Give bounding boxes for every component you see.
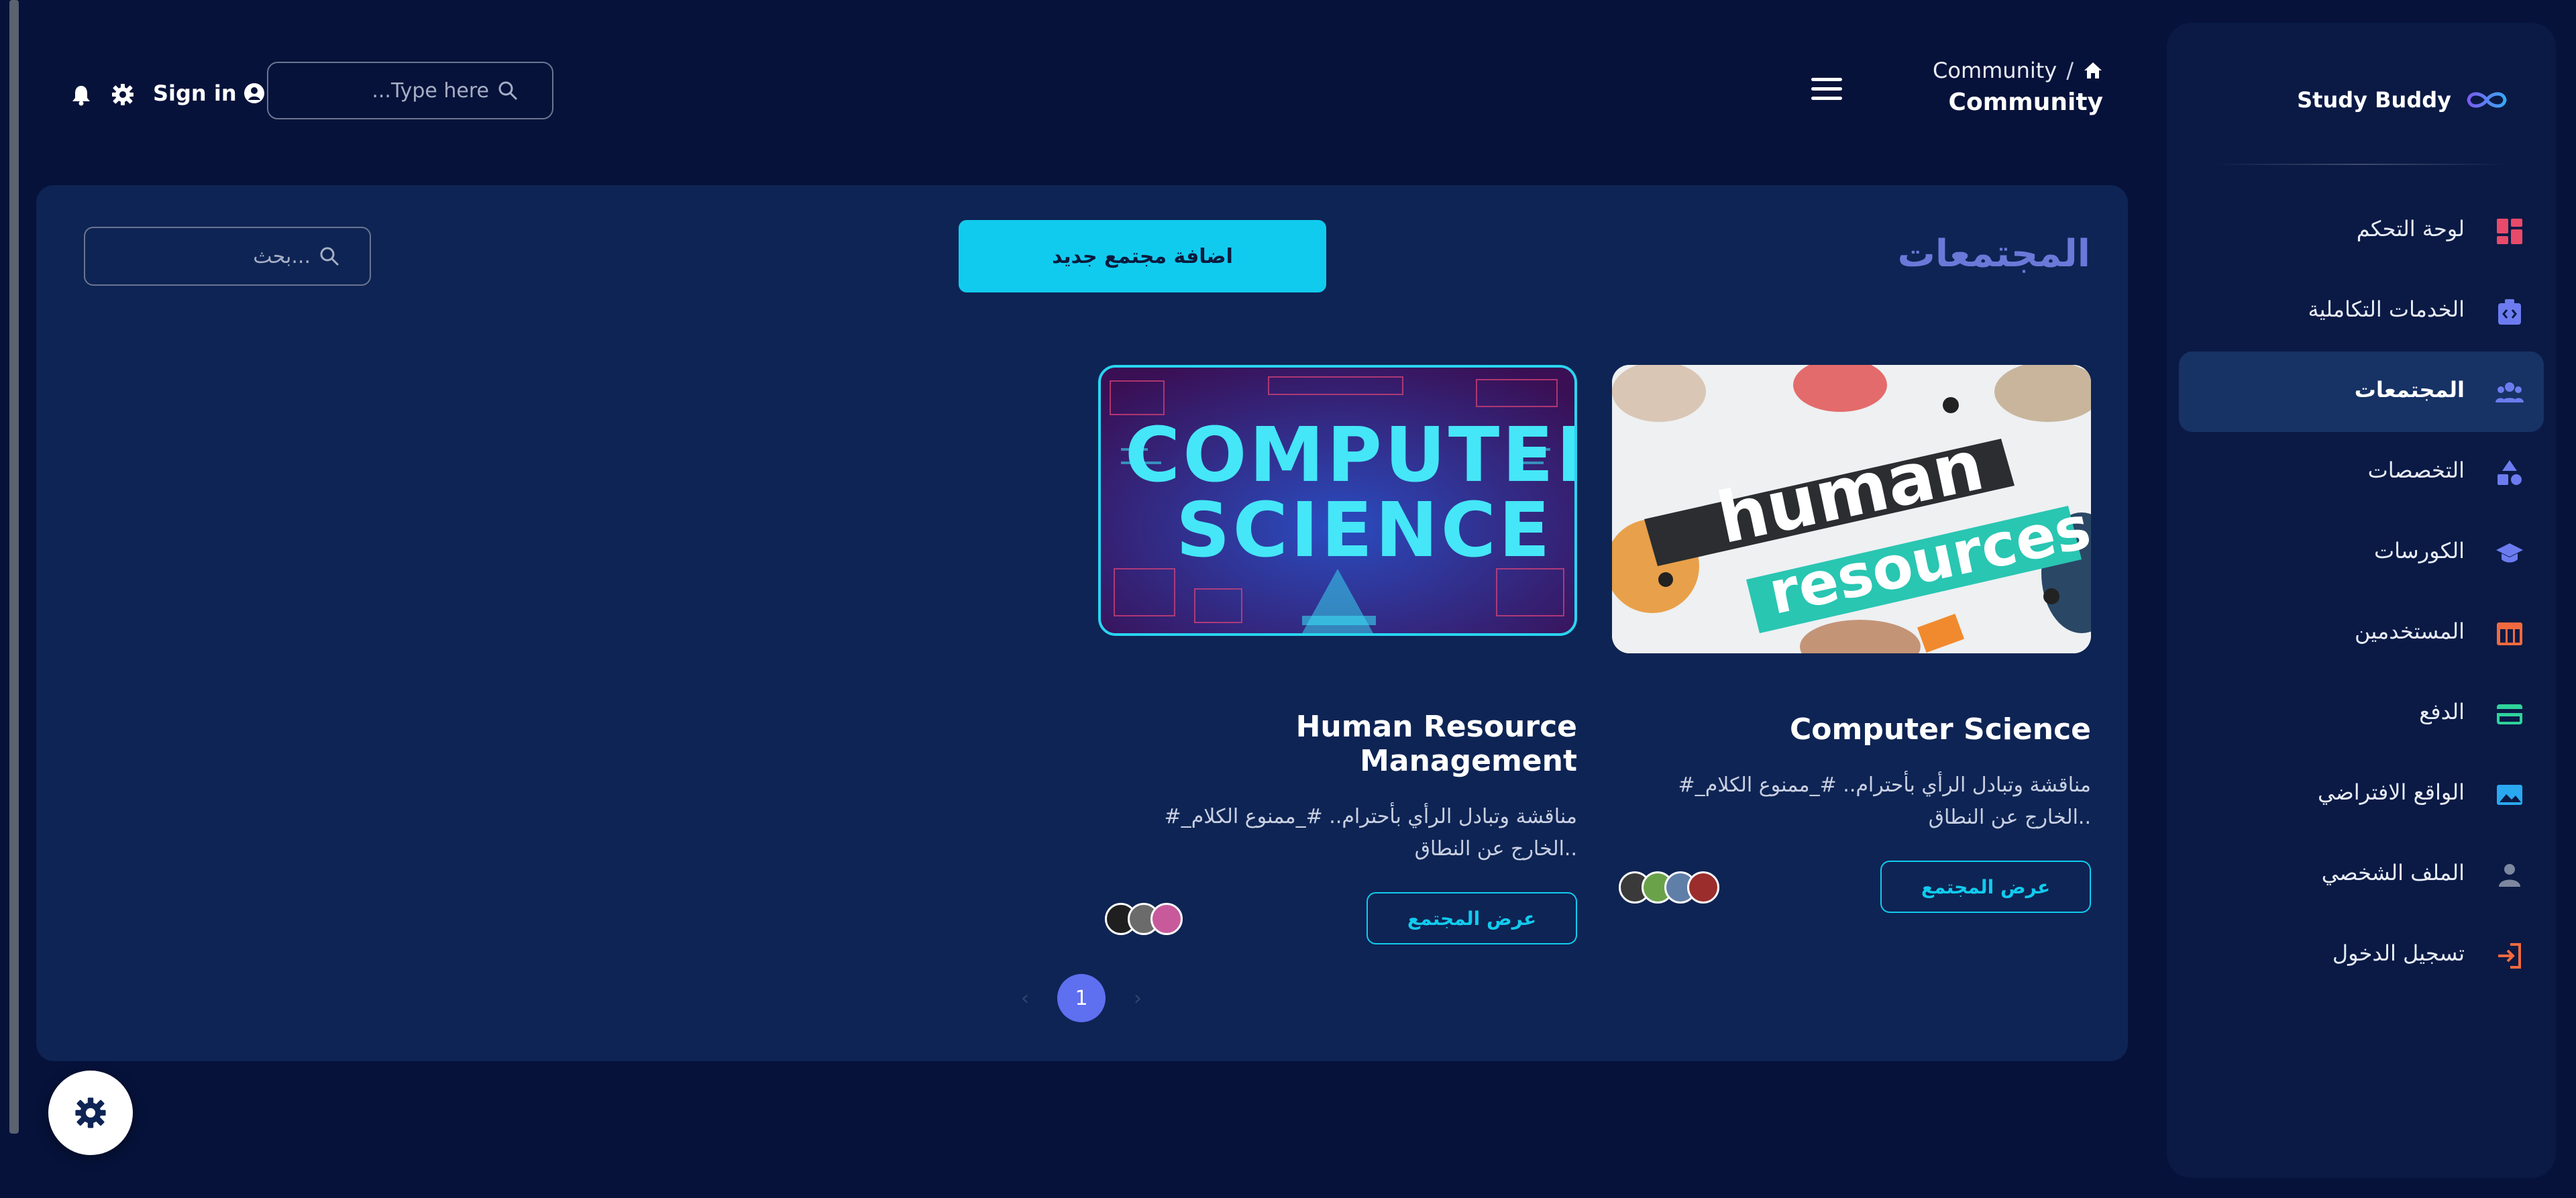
floating-settings-button[interactable] bbox=[48, 1071, 133, 1155]
page-title: Community bbox=[1948, 89, 2103, 116]
brand-name: Study Buddy bbox=[2297, 87, 2451, 113]
sign-in-icon bbox=[2498, 943, 2521, 969]
sidebar-item-payment[interactable]: الدفع bbox=[2179, 673, 2544, 754]
dashboard-icon bbox=[2497, 219, 2522, 244]
graduation-cap-icon bbox=[2496, 543, 2523, 563]
header-title-block: Community / Community bbox=[1933, 58, 2103, 116]
community-title[interactable]: Human Resource Management bbox=[1098, 710, 1577, 778]
view-community-button[interactable]: عرض المجتمع bbox=[1880, 861, 2091, 913]
integration-icon bbox=[2498, 299, 2521, 325]
avatar bbox=[1150, 903, 1183, 935]
sidebar-item-vr[interactable]: الواقع الافتراضي bbox=[2179, 754, 2544, 834]
community-icon bbox=[2496, 382, 2524, 402]
section-title: المجتمعات bbox=[1897, 232, 2090, 276]
community-card: human resources. Computer Science #_مناق… bbox=[1612, 365, 2091, 921]
sidebar-item-label: الخدمات التكاملية bbox=[2308, 296, 2465, 322]
sidebar-item-profile[interactable]: الملف الشخصي bbox=[2179, 834, 2544, 915]
sidebar-item-label: لوحة التحكم bbox=[2356, 216, 2465, 241]
view-community-button[interactable]: عرض المجتمع bbox=[1366, 892, 1577, 944]
sidebar-item-label: الكورسات bbox=[2374, 538, 2465, 563]
shapes-icon bbox=[2498, 460, 2522, 485]
user-circle-icon bbox=[244, 83, 264, 103]
community-title[interactable]: Computer Science bbox=[1612, 712, 2091, 747]
sidebar-item-integrations[interactable]: الخدمات التكاملية bbox=[2179, 271, 2544, 351]
sidebar-item-specializations[interactable]: التخصصات bbox=[2179, 432, 2544, 512]
sign-in-link[interactable]: Sign in bbox=[153, 80, 265, 106]
brand[interactable]: Study Buddy bbox=[2297, 87, 2509, 113]
sidebar: Study Buddy لوحة التحكم الخدمات التكاملي… bbox=[2167, 23, 2556, 1178]
sidebar-item-label: التخصصات bbox=[2367, 457, 2465, 483]
sidebar-item-label: الواقع الافتراضي bbox=[2317, 779, 2465, 805]
community-search-input[interactable] bbox=[162, 243, 312, 269]
card-actions: عرض المجتمع bbox=[1098, 892, 1577, 952]
community-image[interactable]: COMPUTER SCIENCE bbox=[1098, 365, 1577, 636]
top-search-input[interactable] bbox=[327, 78, 490, 103]
search-icon bbox=[498, 81, 518, 101]
settings-gear-icon[interactable] bbox=[111, 83, 134, 106]
sidebar-item-label: الدفع bbox=[2419, 699, 2465, 724]
breadcrumb-current[interactable]: Community bbox=[1933, 58, 2057, 83]
avatar bbox=[1687, 871, 1719, 904]
sidebar-divider bbox=[2214, 164, 2509, 165]
breadcrumb: Community / bbox=[1933, 58, 2103, 83]
sidebar-item-label: المجتمعات bbox=[2354, 377, 2465, 402]
infinity-icon bbox=[2467, 92, 2507, 108]
add-community-button[interactable]: اضافة مجتمع جديد bbox=[959, 220, 1326, 292]
home-icon[interactable] bbox=[2083, 61, 2103, 80]
bell-icon[interactable] bbox=[71, 85, 91, 106]
sidebar-item-label: المستخدمين bbox=[2355, 618, 2465, 644]
person-icon bbox=[2499, 864, 2520, 887]
member-avatars bbox=[1619, 871, 1719, 904]
search-icon bbox=[320, 247, 339, 266]
vr-icon bbox=[2497, 785, 2522, 805]
community-search-box[interactable] bbox=[84, 227, 371, 286]
community-image[interactable]: human resources. bbox=[1612, 365, 2091, 653]
pagination-page-current[interactable]: 1 bbox=[1057, 974, 1106, 1022]
hamburger-menu-icon[interactable] bbox=[1811, 78, 1842, 102]
sidebar-item-label: الملف الشخصي bbox=[2321, 860, 2465, 885]
sidebar-item-dashboard[interactable]: لوحة التحكم bbox=[2179, 190, 2544, 271]
sidebar-item-courses[interactable]: الكورسات bbox=[2179, 512, 2544, 593]
table-icon bbox=[2497, 622, 2522, 645]
gear-icon bbox=[75, 1097, 106, 1128]
member-avatars bbox=[1105, 903, 1183, 935]
sidebar-nav: لوحة التحكم الخدمات التكاملية المجتمعات … bbox=[2179, 190, 2544, 995]
sidebar-item-communities[interactable]: المجتمعات bbox=[2179, 351, 2544, 432]
sign-in-label: Sign in bbox=[153, 80, 237, 106]
community-card: COMPUTER SCIENCE Human Resource Manageme… bbox=[1098, 365, 1577, 952]
pagination-next[interactable]: › bbox=[1134, 987, 1142, 1010]
cs-image-word-1: COMPUTER bbox=[1125, 412, 1577, 499]
communities-panel: المجتمعات اضافة مجتمع جديد human bbox=[36, 185, 2128, 1061]
pagination-prev[interactable]: ‹ bbox=[1021, 987, 1029, 1010]
pagination: ‹ 1 › bbox=[1021, 974, 1142, 1022]
page-scrollbar[interactable] bbox=[9, 0, 19, 1134]
community-description: #_مناقشة وتبادل الرأي بأحترام.. #_ممنوع … bbox=[1164, 805, 1577, 861]
breadcrumb-separator: / bbox=[2066, 58, 2074, 83]
credit-card-icon bbox=[2497, 704, 2522, 724]
cs-image-word-2: SCIENCE bbox=[1176, 487, 1553, 574]
sidebar-item-label: تسجيل الدخول bbox=[2332, 940, 2465, 966]
card-actions: عرض المجتمع bbox=[1612, 861, 2091, 921]
community-description: #_مناقشة وتبادل الرأي بأحترام.. #_ممنوع … bbox=[1678, 773, 2091, 829]
sidebar-item-login[interactable]: تسجيل الدخول bbox=[2179, 915, 2544, 995]
top-search-box[interactable] bbox=[267, 62, 553, 119]
sidebar-item-users[interactable]: المستخدمين bbox=[2179, 593, 2544, 673]
